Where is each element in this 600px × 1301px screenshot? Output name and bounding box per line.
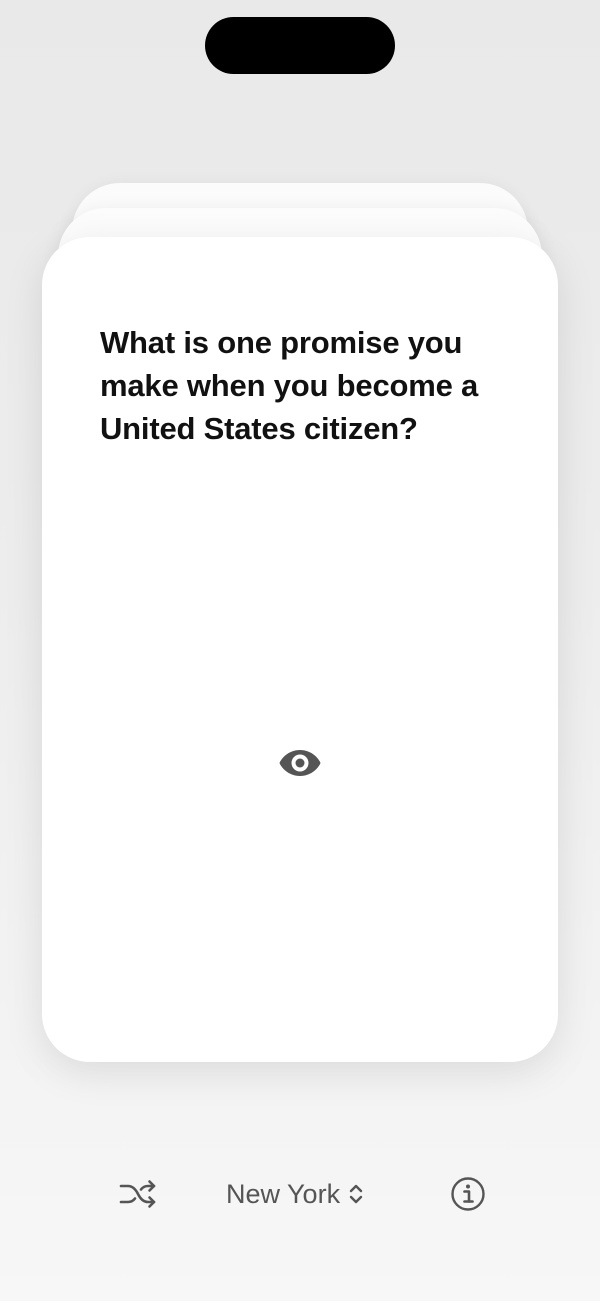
state-picker[interactable]: New York [226, 1174, 364, 1214]
chevron-up-down-icon [349, 1184, 363, 1204]
reveal-answer-button[interactable] [276, 745, 324, 781]
info-button[interactable] [448, 1174, 488, 1214]
state-label: New York [226, 1178, 341, 1209]
shuffle-icon [119, 1180, 156, 1208]
shuffle-button[interactable] [116, 1176, 160, 1212]
question-text: What is one promise you make when you be… [100, 325, 479, 446]
bottom-toolbar: New York [0, 1170, 600, 1218]
info-circle-icon [451, 1177, 485, 1211]
eye-icon [279, 750, 321, 776]
flashcard[interactable]: What is one promise you make when you be… [42, 237, 558, 1062]
dynamic-island [205, 17, 395, 74]
